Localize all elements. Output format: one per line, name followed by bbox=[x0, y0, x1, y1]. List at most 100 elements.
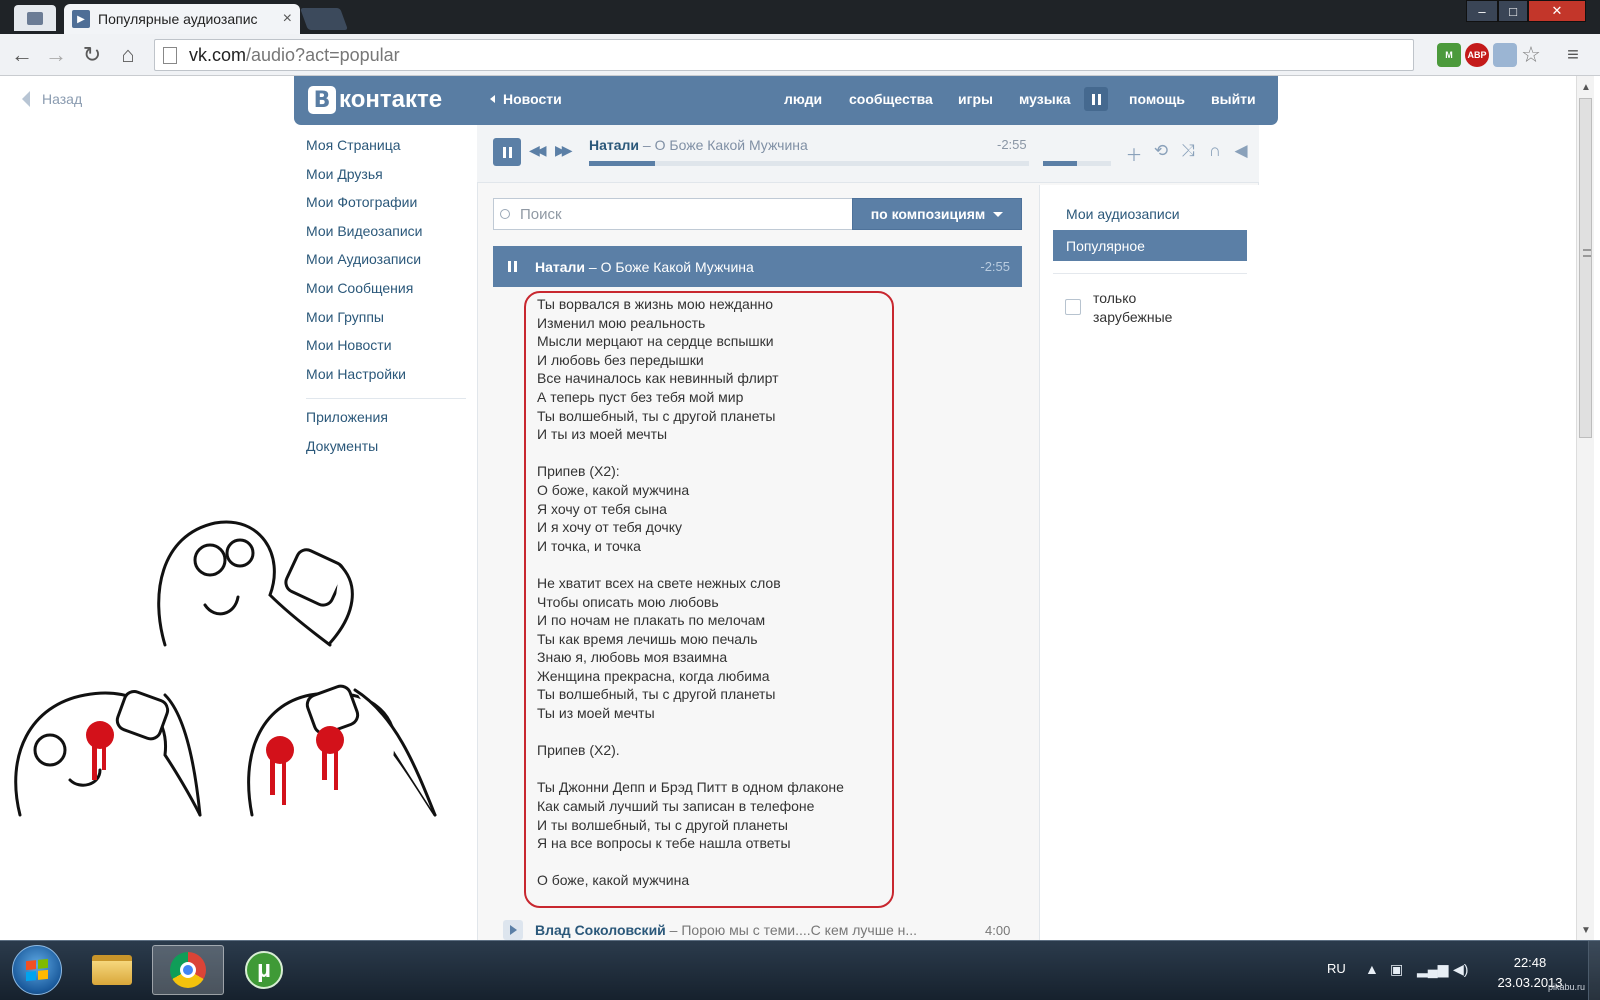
vk-logo[interactable]: В контакте bbox=[308, 86, 442, 114]
window-minimize-button[interactable]: – bbox=[1466, 0, 1498, 22]
rage-comic-drawing bbox=[14, 520, 437, 817]
player-track-title: Натали – О Боже Какой Мужчина bbox=[589, 137, 1019, 153]
nav-music[interactable]: музыка bbox=[1019, 91, 1070, 107]
extension-m-icon[interactable]: M bbox=[1437, 43, 1461, 67]
repeat-icon[interactable]: ⟲ bbox=[1150, 141, 1172, 161]
taskbar-utorrent[interactable]: µ bbox=[228, 945, 300, 995]
audio-filters: Мои аудиозаписи Популярное только зарубе… bbox=[1039, 185, 1259, 940]
menu-divider bbox=[306, 398, 466, 400]
plus-icon[interactable]: ＋ bbox=[1123, 141, 1145, 166]
scroll-down-icon[interactable]: ▼ bbox=[1581, 925, 1591, 936]
reload-icon[interactable]: ↻ bbox=[78, 41, 106, 69]
broadcast-icon[interactable]: ◀ bbox=[1230, 141, 1252, 161]
menu-my-friends[interactable]: Мои Друзья bbox=[306, 164, 466, 193]
scrollbar-thumb[interactable] bbox=[1579, 98, 1592, 438]
adblock-icon[interactable]: ABP bbox=[1465, 43, 1489, 67]
headphones-icon[interactable]: ∩ bbox=[1204, 141, 1226, 161]
play-icon[interactable] bbox=[503, 920, 523, 940]
nav-help[interactable]: помощь bbox=[1129, 91, 1185, 107]
menu-my-audio[interactable]: Мои Аудиозаписи bbox=[306, 249, 466, 278]
pause-icon[interactable] bbox=[508, 261, 517, 272]
page-scrollbar[interactable]: ▲ ▼ bbox=[1576, 76, 1594, 940]
track-row-active[interactable]: Натали – О Боже Какой Мужчина -2:55 bbox=[493, 246, 1022, 287]
chrome-menu-icon[interactable]: ≡ bbox=[1561, 43, 1585, 67]
menu-my-photos[interactable]: Мои Фотографии bbox=[306, 192, 466, 221]
player-song: О Боже Какой Мужчина bbox=[654, 137, 808, 153]
tab-close-icon[interactable]: × bbox=[283, 10, 292, 28]
next-icon[interactable]: ▶▶ bbox=[555, 142, 572, 159]
header-pause-button[interactable] bbox=[1084, 87, 1108, 111]
nav-logout[interactable]: выйти bbox=[1211, 91, 1256, 107]
bookmark-star-icon[interactable]: ☆ bbox=[1519, 42, 1543, 67]
menu-documents[interactable]: Документы bbox=[306, 436, 466, 465]
track-row[interactable]: Влад Соколовский – Порою мы с теми....С … bbox=[503, 919, 1013, 941]
player-volume-fill bbox=[1043, 161, 1077, 166]
page-icon bbox=[163, 46, 177, 64]
search-mode-dropdown[interactable]: по композициям bbox=[852, 198, 1022, 230]
scroll-up-icon[interactable]: ▲ bbox=[1581, 82, 1591, 93]
taskbar-chrome[interactable] bbox=[152, 945, 224, 995]
track-title: Натали – О Боже Какой Мужчина bbox=[535, 259, 980, 275]
filter-my-audio[interactable]: Мои аудиозаписи bbox=[1053, 198, 1247, 229]
menu-apps[interactable]: Приложения bbox=[306, 407, 466, 436]
lyrics-text: Ты ворвался в жизнь мою нежданно Изменил… bbox=[537, 296, 844, 889]
pause-icon bbox=[1091, 93, 1101, 105]
player-pause-button[interactable] bbox=[493, 138, 521, 166]
news-link[interactable]: Новости bbox=[490, 91, 562, 107]
browser-tab[interactable]: ▶ Популярные аудиозапис × bbox=[64, 4, 300, 34]
track-artist: Натали bbox=[535, 258, 586, 275]
triangle-left-icon bbox=[490, 95, 495, 103]
foreign-only-checkbox[interactable] bbox=[1065, 299, 1081, 315]
tab-title: Популярные аудиозапис bbox=[98, 11, 258, 27]
window-maximize-button[interactable]: □ bbox=[1498, 0, 1528, 22]
window-close-button[interactable]: ✕ bbox=[1528, 0, 1586, 22]
menu-my-news[interactable]: Мои Новости bbox=[306, 335, 466, 364]
vk-logo-icon: В bbox=[308, 86, 336, 114]
start-button[interactable] bbox=[12, 945, 62, 995]
previous-icon[interactable]: ◀◀ bbox=[529, 142, 546, 159]
foreign-only-label[interactable]: только зарубежные bbox=[1093, 289, 1213, 327]
filter-popular[interactable]: Популярное bbox=[1053, 230, 1247, 261]
network-icon[interactable]: ▂▄▆ bbox=[1417, 961, 1448, 978]
track-duration: 4:00 bbox=[985, 922, 1011, 938]
track-title: Влад Соколовский – Порою мы с теми....С … bbox=[535, 922, 945, 938]
menu-my-settings[interactable]: Мои Настройки bbox=[306, 364, 466, 393]
player-volume-slider[interactable] bbox=[1043, 161, 1111, 166]
app-switcher-icon[interactable] bbox=[14, 5, 56, 31]
language-indicator[interactable]: RU bbox=[1327, 961, 1346, 976]
search-input[interactable] bbox=[520, 205, 820, 223]
chrome-icon bbox=[170, 952, 206, 988]
menu-my-page[interactable]: Моя Страница bbox=[306, 135, 466, 164]
player-artist: Натали bbox=[589, 137, 640, 153]
left-menu: Моя Страница Мои Друзья Мои Фотографии М… bbox=[306, 135, 466, 465]
menu-my-videos[interactable]: Мои Видеозаписи bbox=[306, 221, 466, 250]
tray-expand-icon[interactable]: ▲ bbox=[1365, 961, 1379, 977]
back-link[interactable]: Назад bbox=[22, 91, 82, 107]
back-arrow-icon[interactable]: ← bbox=[8, 41, 36, 69]
nav-people[interactable]: люди bbox=[784, 91, 822, 107]
track-song: О Боже Какой Мужчина bbox=[600, 258, 754, 275]
player-progress-bar[interactable] bbox=[589, 161, 1029, 166]
show-desktop-button[interactable] bbox=[1588, 941, 1600, 1000]
url-text: vk.com/audio?act=popular bbox=[189, 44, 400, 65]
home-icon[interactable]: ⌂ bbox=[114, 41, 142, 69]
folder-icon bbox=[92, 955, 132, 985]
shuffle-icon[interactable]: ⤨ bbox=[1177, 141, 1199, 161]
forward-arrow-icon[interactable]: → bbox=[42, 41, 70, 69]
menu-my-messages[interactable]: Мои Сообщения bbox=[306, 278, 466, 307]
windows-logo-icon bbox=[26, 958, 48, 982]
volume-icon[interactable]: ◀) bbox=[1453, 961, 1468, 978]
watermark: pikabu.ru bbox=[1548, 982, 1586, 992]
browser-toolbar: ← → ↻ ⌂ vk.com/audio?act=popular M ABP ☆… bbox=[0, 34, 1600, 76]
nav-communities[interactable]: сообщества bbox=[849, 91, 933, 107]
chevron-down-icon bbox=[993, 211, 1004, 217]
address-bar[interactable]: vk.com/audio?act=popular bbox=[154, 39, 1414, 71]
browser-tab-strip: ▶ Популярные аудиозапис × – □ ✕ bbox=[0, 0, 1600, 34]
tray-device-icon[interactable]: ▣ bbox=[1390, 961, 1403, 978]
track-song: Порою мы с теми....С кем лучше н... bbox=[681, 922, 918, 938]
nav-games[interactable]: игры bbox=[958, 91, 993, 107]
new-tab-button[interactable] bbox=[299, 8, 349, 30]
taskbar-explorer[interactable] bbox=[76, 945, 148, 995]
menu-my-groups[interactable]: Мои Группы bbox=[306, 307, 466, 336]
extension-doc-icon[interactable] bbox=[1493, 43, 1517, 67]
